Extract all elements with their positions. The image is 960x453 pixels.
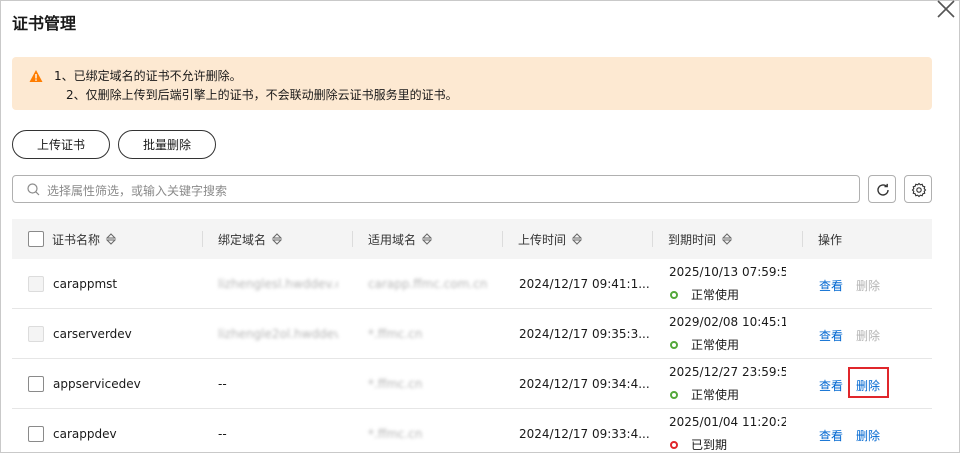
- search-placeholder: 选择属性筛选，或输入关键字搜索: [47, 184, 228, 198]
- status-badge: 正常使用: [670, 336, 739, 353]
- column-header-actions: 操作: [818, 232, 843, 247]
- status-badge: 正常使用: [670, 286, 739, 303]
- warning-alert: 1、已绑定域名的证书不允许删除。 2、仅删除上传到后端引擎上的证书，不会联动删除…: [12, 57, 932, 110]
- alert-line-2: 2、仅删除上传到后端引擎上的证书，不会联动删除云证书服务里的证书。: [66, 88, 458, 102]
- upload-time: 2024/12/17 09:35:3...: [519, 327, 650, 341]
- search-icon: [27, 183, 40, 196]
- sort-icon: [421, 233, 433, 245]
- bound-domain: lizhengle2ol.hwddev.com: [218, 327, 338, 341]
- applicable-domain: *.ffmc.cn: [368, 327, 423, 341]
- table-row: carserverdev lizhengle2ol.hwddev.com *.f…: [12, 309, 932, 359]
- view-link[interactable]: 查看: [819, 327, 843, 344]
- column-header-bound-domain[interactable]: 绑定域名: [218, 219, 283, 259]
- applicable-domain: *.ffmc.cn: [368, 377, 423, 391]
- refresh-icon: [877, 183, 889, 196]
- upload-time: 2024/12/17 09:33:4...: [519, 427, 650, 441]
- sort-icon: [271, 233, 283, 245]
- sort-icon: [105, 233, 117, 245]
- gear-icon: [911, 182, 927, 198]
- column-separator: [502, 231, 503, 247]
- row-checkbox[interactable]: [28, 376, 44, 392]
- delete-link[interactable]: 删除: [856, 277, 880, 294]
- view-link[interactable]: 查看: [819, 427, 843, 444]
- status-dot-icon: [670, 290, 678, 299]
- upload-time: 2024/12/17 09:34:4...: [519, 377, 650, 391]
- row-checkbox[interactable]: [28, 276, 44, 292]
- status-dot-icon: [670, 440, 678, 449]
- certificate-management-dialog: 证书管理 1、已绑定域名的证书不允许删除。 2、仅删除上传到后端引擎上的证书，不…: [0, 0, 960, 453]
- expire-time: 2025/01/04 11:20:20 G: [669, 415, 786, 429]
- column-header-name[interactable]: 证书名称: [52, 219, 117, 259]
- expire-time: 2025/12/27 23:59:59 G: [669, 365, 786, 379]
- batch-delete-button[interactable]: 批量删除: [118, 130, 216, 159]
- status-dot-icon: [670, 340, 678, 349]
- status-badge: 已到期: [670, 436, 727, 453]
- column-separator: [352, 231, 353, 247]
- bound-domain: --: [218, 377, 227, 391]
- expire-time: 2025/10/13 07:59:59 G: [669, 265, 786, 279]
- status-badge: 正常使用: [670, 386, 739, 403]
- view-link[interactable]: 查看: [819, 377, 843, 394]
- table-row: carappdev -- *.ffmc.cn 2024/12/17 09:33:…: [12, 409, 932, 453]
- column-header-expire-time[interactable]: 到期时间: [668, 219, 733, 259]
- applicable-domain: carapp.ffmc.com.cn: [368, 277, 488, 291]
- view-link[interactable]: 查看: [819, 277, 843, 294]
- bound-domain: lizhenglesl.hwddev.com: [218, 277, 338, 291]
- sort-icon: [571, 233, 583, 245]
- row-checkbox[interactable]: [28, 326, 44, 342]
- delete-link[interactable]: 删除: [856, 427, 880, 444]
- upload-certificate-button[interactable]: 上传证书: [12, 130, 110, 159]
- settings-button[interactable]: [904, 175, 932, 203]
- bound-domain: --: [218, 427, 227, 441]
- column-header-applicable-domain[interactable]: 适用域名: [368, 219, 433, 259]
- certificate-name: appservicedev: [53, 377, 141, 391]
- column-separator: [202, 231, 203, 247]
- sort-icon: [721, 233, 733, 245]
- refresh-button[interactable]: [868, 175, 896, 203]
- certificate-name: carserverdev: [53, 327, 132, 341]
- column-separator: [652, 231, 653, 247]
- certificate-name: carappdev: [53, 427, 117, 441]
- table-row: carappmst lizhenglesl.hwddev.com carapp.…: [12, 259, 932, 309]
- table-row: appservicedev -- *.ffmc.cn 2024/12/17 09…: [12, 359, 932, 409]
- row-checkbox[interactable]: [28, 426, 44, 442]
- status-dot-icon: [670, 390, 678, 399]
- applicable-domain: *.ffmc.cn: [368, 427, 423, 441]
- column-header-upload-time[interactable]: 上传时间: [518, 219, 583, 259]
- select-all-checkbox[interactable]: [28, 231, 44, 247]
- search-input[interactable]: 选择属性筛选，或输入关键字搜索: [12, 175, 860, 203]
- highlight-box: [848, 367, 889, 398]
- upload-time: 2024/12/17 09:41:1...: [519, 277, 650, 291]
- expire-time: 2029/02/08 10:45:19 G: [669, 315, 786, 329]
- delete-link[interactable]: 删除: [856, 327, 880, 344]
- alert-line-1: 1、已绑定域名的证书不允许删除。: [54, 69, 242, 83]
- column-separator: [802, 231, 803, 247]
- certificate-name: carappmst: [53, 277, 118, 291]
- dialog-title: 证书管理: [12, 14, 77, 33]
- warning-icon: [29, 69, 43, 83]
- table-header: 证书名称 绑定域名 适用域名 上传时间 到期时间 操作: [12, 219, 932, 259]
- close-icon[interactable]: [935, 0, 957, 20]
